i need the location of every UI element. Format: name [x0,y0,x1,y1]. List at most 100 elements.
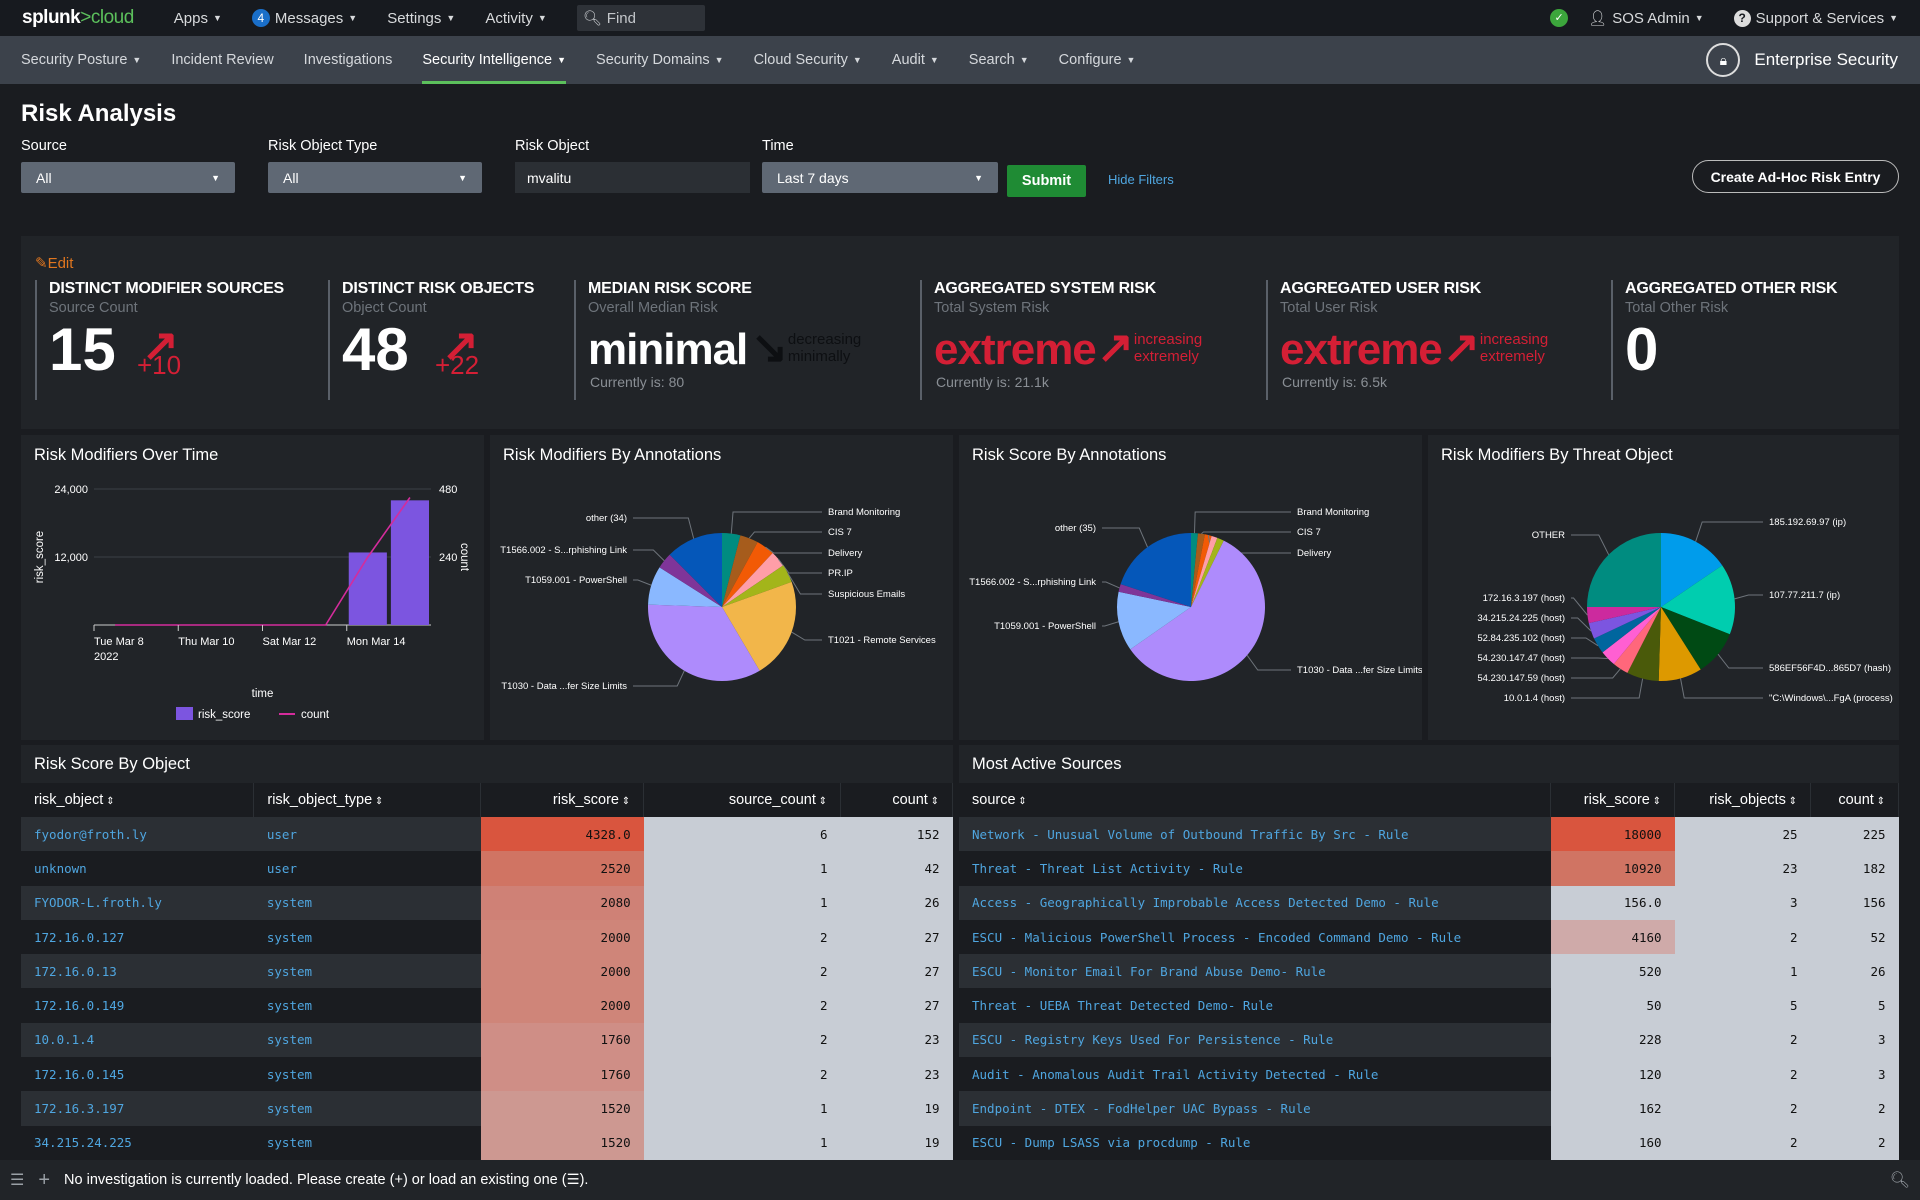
edit-link[interactable]: ✎Edit [35,254,73,272]
find-input[interactable]: 🔍︎ Find [576,5,705,31]
cell-count[interactable]: 182 [1810,851,1899,886]
cell-risk-score[interactable]: 156.0 [1550,885,1675,920]
cell-risk-object[interactable]: fyodor@froth.ly [21,817,254,852]
cell-risk-object[interactable]: FYODOR-L.froth.ly [21,885,254,920]
cell-risk-object-type[interactable]: user [253,851,481,886]
cell-risk-score[interactable]: 18000 [1550,817,1675,852]
cell-count[interactable]: 27 [840,919,953,955]
cell-risk-score[interactable]: 1520 [480,1091,644,1126]
cell-risk-score[interactable]: 2000 [480,988,644,1023]
cell-risk-objects[interactable]: 2 [1674,1091,1811,1126]
time-picker[interactable]: Last 7 days ▼ [762,162,998,193]
cell-count[interactable]: 23 [840,1057,953,1092]
quick-search-icon[interactable]: 🔍︎ [1890,1170,1910,1190]
cell-risk-object[interactable]: 172.16.0.13 [21,954,254,989]
cell-risk-score[interactable]: 1760 [480,1022,644,1058]
splunk-logo[interactable]: splunk>cloud [22,7,134,29]
cell-count[interactable]: 42 [840,851,953,886]
cell-risk-score[interactable]: 2080 [480,885,644,920]
cell-risk-score[interactable]: 1520 [480,1125,644,1160]
cell-risk-score[interactable]: 10920 [1550,851,1675,886]
cell-count[interactable]: 152 [840,817,953,852]
nav-item-security-domains[interactable]: Security Domains ▼ [596,36,724,84]
cell-risk-object[interactable]: 172.16.3.197 [21,1091,254,1126]
cell-risk-objects[interactable]: 23 [1674,851,1811,886]
user-menu[interactable]: 👤︎ SOS Admin ▼ [1588,9,1704,28]
cell-count[interactable]: 2 [1810,1125,1899,1160]
column-header-source-count[interactable]: source_count ⇕ [643,783,842,817]
cell-count[interactable]: 3 [1810,1057,1899,1092]
cell-count[interactable]: 26 [840,885,953,920]
cell-risk-score[interactable]: 120 [1550,1057,1675,1092]
cell-count[interactable]: 26 [1810,954,1899,989]
cell-count[interactable]: 23 [840,1022,953,1058]
hide-filters-link[interactable]: Hide Filters [1108,172,1174,187]
cell-source-count[interactable]: 2 [643,988,841,1023]
messages-menu[interactable]: 4 Messages ▼ [251,9,357,27]
cell-count[interactable]: 2 [1810,1091,1899,1126]
cell-source-count[interactable]: 2 [643,919,841,955]
cell-risk-object[interactable]: 34.215.24.225 [21,1125,254,1160]
cell-count[interactable]: 19 [840,1091,953,1126]
risk-object-type-select[interactable]: All ▼ [268,162,482,193]
cell-risk-objects[interactable]: 2 [1674,1057,1811,1092]
submit-button[interactable]: Submit [1007,165,1086,197]
cell-source[interactable]: ESCU - Registry Keys Used For Persistenc… [959,1022,1551,1058]
cell-risk-score[interactable]: 162 [1550,1091,1675,1126]
cell-risk-score[interactable]: 160 [1550,1125,1675,1160]
cell-risk-object-type[interactable]: system [253,1125,481,1160]
cell-count[interactable]: 156 [1810,885,1899,920]
list-icon[interactable]: ☰ [10,1170,24,1190]
cell-risk-objects[interactable]: 3 [1674,885,1811,920]
cell-risk-object-type[interactable]: system [253,1057,481,1092]
cell-source-count[interactable]: 2 [643,1022,841,1058]
cell-source[interactable]: ESCU - Dump LSASS via procdump - Rule [959,1125,1551,1160]
cell-source[interactable]: Network - Unusual Volume of Outbound Tra… [959,817,1551,852]
cell-count[interactable]: 5 [1810,988,1899,1023]
cell-risk-object-type[interactable]: system [253,988,481,1023]
cell-source[interactable]: ESCU - Monitor Email For Brand Abuse Dem… [959,954,1551,989]
column-header-risk-object[interactable]: risk_object ⇕ [21,783,255,817]
cell-risk-score[interactable]: 4160 [1550,919,1675,955]
column-header-count[interactable]: count ⇕ [1810,783,1899,817]
cell-risk-objects[interactable]: 2 [1674,1022,1811,1058]
cell-source[interactable]: Endpoint - DTEX - FodHelper UAC Bypass -… [959,1091,1551,1126]
cell-risk-object[interactable]: unknown [21,851,254,886]
cell-source[interactable]: ESCU - Malicious PowerShell Process - En… [959,919,1551,955]
column-header-source[interactable]: source ⇕ [959,783,1552,817]
cell-risk-object[interactable]: 172.16.0.149 [21,988,254,1023]
nav-item-investigations[interactable]: Investigations [304,36,393,84]
cell-count[interactable]: 19 [840,1125,953,1160]
cell-source-count[interactable]: 1 [643,1091,841,1126]
cell-risk-objects[interactable]: 5 [1674,988,1811,1023]
cell-risk-object[interactable]: 172.16.0.145 [21,1057,254,1092]
cell-count[interactable]: 52 [1810,919,1899,955]
cell-risk-object-type[interactable]: system [253,1091,481,1126]
nav-item-incident-review[interactable]: Incident Review [171,36,273,84]
cell-risk-object-type[interactable]: user [253,817,481,852]
nav-item-configure[interactable]: Configure ▼ [1059,36,1136,84]
enterprise-security-brand[interactable]: 🔒︎ Enterprise Security [1706,36,1898,84]
cell-risk-objects[interactable]: 25 [1674,817,1811,852]
cell-risk-score[interactable]: 2000 [480,954,644,989]
cell-count[interactable]: 3 [1810,1022,1899,1058]
cell-risk-object-type[interactable]: system [253,954,481,989]
cell-risk-object-type[interactable]: system [253,885,481,920]
cell-risk-object-type[interactable]: system [253,1022,481,1058]
nav-item-security-posture[interactable]: Security Posture ▼ [21,36,141,84]
cell-source-count[interactable]: 1 [643,885,841,920]
activity-menu[interactable]: Activity ▼ [485,10,546,27]
cell-count[interactable]: 27 [840,954,953,989]
column-header-risk-score[interactable]: risk_score ⇕ [1550,783,1676,817]
cell-source-count[interactable]: 2 [643,1057,841,1092]
cell-risk-score[interactable]: 2520 [480,851,644,886]
settings-menu[interactable]: Settings ▼ [387,10,455,27]
column-header-risk-object-type[interactable]: risk_object_type ⇕ [253,783,482,817]
cell-risk-object[interactable]: 10.0.1.4 [21,1022,254,1058]
source-select[interactable]: All ▼ [21,162,235,193]
column-header-count[interactable]: count ⇕ [840,783,953,817]
risk-object-input[interactable] [515,162,750,193]
support-menu[interactable]: ? Support & Services ▼ [1733,9,1898,27]
nav-item-search[interactable]: Search ▼ [969,36,1029,84]
nav-item-security-intelligence[interactable]: Security Intelligence ▼ [422,36,566,84]
